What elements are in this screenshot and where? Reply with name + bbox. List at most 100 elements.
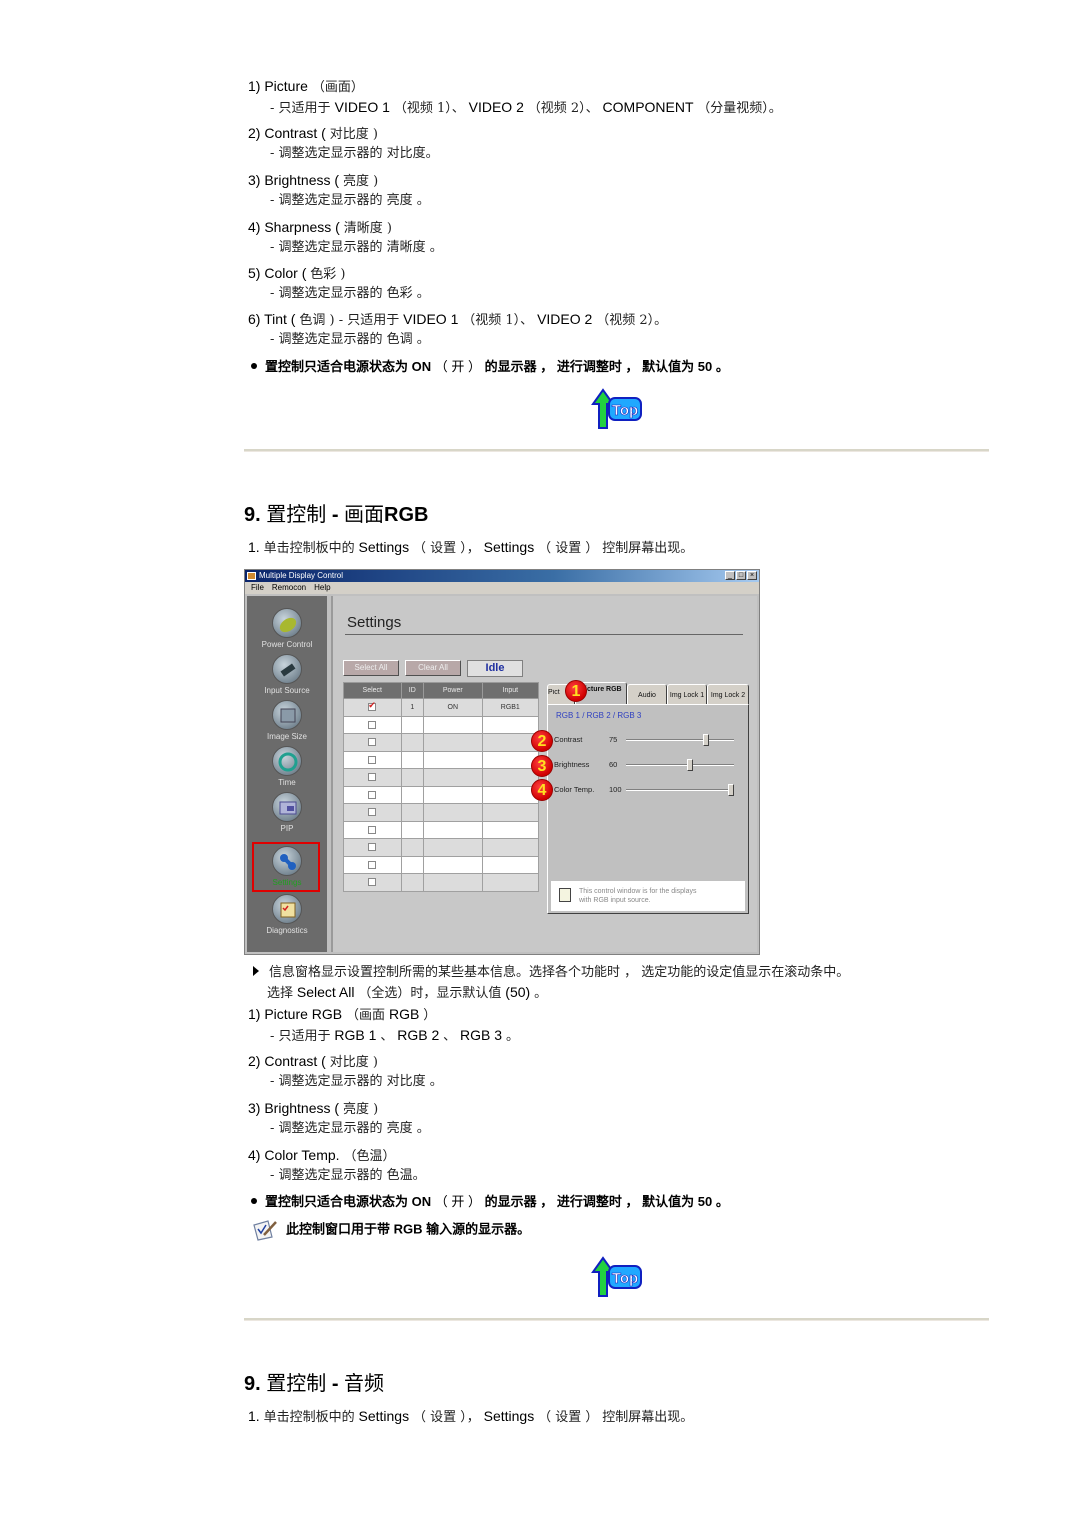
callout-4: 4 — [531, 779, 553, 801]
row-checkbox[interactable] — [368, 755, 377, 764]
section-heading-audio: 9. 置控制 - 音频 — [244, 1371, 385, 1395]
clear-all-button[interactable]: Clear All — [405, 660, 461, 676]
rgb-contrast-item-desc: - 调整选定显示器的 对比度 。 — [270, 1074, 443, 1089]
top-arrow-icon: Top — [591, 1256, 642, 1297]
power-cell — [423, 820, 483, 839]
row-checkbox[interactable] — [368, 843, 377, 852]
input-cell — [481, 855, 540, 874]
tab-img-lock-1[interactable]: Img Lock 1 — [667, 684, 707, 704]
column-header-power[interactable]: Power — [423, 682, 483, 699]
id-cell — [400, 715, 425, 734]
close-button[interactable]: × — [747, 571, 757, 580]
id-cell — [400, 785, 425, 804]
input-cell — [481, 820, 540, 839]
table-row[interactable] — [343, 715, 540, 734]
sidebar-item-pip[interactable]: PIP — [247, 792, 327, 833]
tab-img-lock-2[interactable]: Img Lock 2 — [707, 684, 749, 704]
contrast-slider-thumb[interactable] — [702, 734, 709, 746]
table-row[interactable] — [343, 820, 540, 839]
table-row[interactable] — [343, 838, 540, 857]
section-heading-picture-rgb: 9. 置控制 - 画面RGB — [244, 502, 429, 526]
selected-highlight — [252, 842, 320, 892]
column-header-id[interactable]: ID — [400, 682, 425, 699]
id-cell — [400, 820, 425, 839]
table-row[interactable] — [343, 768, 540, 787]
row-checkbox[interactable] — [368, 878, 377, 887]
contrast-slider[interactable] — [626, 734, 734, 746]
color-temp-slider[interactable] — [626, 784, 734, 796]
table-row[interactable] — [343, 803, 540, 822]
row-checkbox[interactable] — [368, 700, 377, 712]
row-checkbox[interactable] — [368, 860, 377, 869]
sidebar-item-input-source[interactable]: Input Source — [247, 654, 327, 695]
minimize-button[interactable]: _ — [725, 571, 735, 580]
column-header-select[interactable]: Select — [343, 682, 402, 699]
table-row[interactable]: 1ONRGB1 — [343, 698, 540, 717]
menu-remocon[interactable]: Remocon — [272, 582, 306, 594]
power-cell — [423, 855, 483, 874]
sidebar-item-image-size[interactable]: Image Size — [247, 700, 327, 741]
section-divider — [244, 1318, 989, 1321]
row-checkbox[interactable] — [368, 720, 377, 729]
select-all-description: 选择 Select All （全选）时，显示默认值 (50) 。 — [267, 984, 548, 1001]
row-checkbox[interactable] — [368, 738, 377, 747]
status-indicator: Idle — [467, 660, 523, 677]
row-checkbox[interactable] — [368, 808, 377, 817]
power-cell — [423, 873, 483, 892]
brightness-slider-thumb[interactable] — [687, 759, 694, 771]
info-pane-description: 信息窗格显示设置控制所需的某些基本信息。选择各个功能时 ， 选定功能的设定值显示… — [253, 964, 849, 982]
input-cell — [481, 768, 540, 787]
back-to-top-button[interactable]: Top — [591, 1256, 643, 1298]
sidebar-item-time[interactable]: Time — [247, 746, 327, 787]
power-cell — [423, 733, 483, 752]
id-cell — [400, 733, 425, 752]
color-temp-slider-thumb[interactable] — [728, 784, 734, 796]
menu-help[interactable]: Help — [314, 582, 330, 594]
step-1-instruction: 1. 单击控制板中的 Settings （ 设置 ）， Settings （ 设… — [248, 539, 694, 556]
brightness-slider[interactable] — [626, 759, 734, 771]
row-checkbox[interactable] — [368, 825, 377, 834]
callout-2: 2 — [531, 730, 553, 752]
picture-rgb-item-title: 1) Picture RGB （画面 RGB ） — [248, 1006, 437, 1023]
select-all-button[interactable]: Select All — [343, 660, 399, 676]
brightness-item-desc: - 调整选定显示器的 亮度 。 — [270, 193, 430, 208]
select-cell — [343, 715, 402, 734]
power-cell — [423, 768, 483, 787]
menu-file[interactable]: File — [251, 582, 264, 594]
callout-1: 1 — [565, 680, 587, 702]
table-row[interactable] — [343, 855, 540, 874]
sharpness-item-desc: - 调整选定显示器的 清晰度 。 — [270, 240, 443, 255]
tab-audio[interactable]: Audio — [627, 684, 667, 704]
rgb-brightness-item-desc: - 调整选定显示器的 亮度 。 — [270, 1121, 430, 1136]
power-cell — [423, 838, 483, 857]
sidebar-item-diagnostics[interactable]: Diagnostics — [247, 894, 327, 935]
id-cell — [400, 803, 425, 822]
app-icon — [247, 572, 256, 580]
select-cell — [343, 768, 402, 787]
input-cell: RGB1 — [481, 698, 540, 717]
select-cell — [343, 820, 402, 839]
table-row[interactable] — [343, 733, 540, 752]
color-item-desc: - 调整选定显示器的 色彩 。 — [270, 286, 430, 301]
table-row[interactable] — [343, 750, 540, 769]
picture-item-title: 1) Picture （画面） — [248, 78, 364, 95]
settings-title: Settings — [347, 614, 402, 631]
sidebar: Power Control Input Source Image Size Ti… — [247, 596, 327, 952]
sidebar-item-power-control[interactable]: Power Control — [247, 608, 327, 649]
id-cell — [400, 838, 425, 857]
column-header-input[interactable]: Input — [481, 682, 540, 699]
picture-item-desc: - 只适用于 VIDEO 1 （视频 1）、 VIDEO 2 （视频 2）、 C… — [270, 99, 782, 116]
row-checkbox[interactable] — [368, 773, 377, 782]
svg-text:Top: Top — [612, 402, 638, 419]
row-checkbox[interactable] — [368, 790, 377, 799]
back-to-top-button[interactable]: Top — [591, 388, 643, 430]
table-row[interactable] — [343, 873, 540, 892]
picture-rgb-panel: RGB 1 / RGB 2 / RGB 3 Contrast 75 Brightn… — [547, 704, 749, 914]
id-cell — [400, 750, 425, 769]
table-row[interactable] — [343, 785, 540, 804]
triangle-bullet-icon — [253, 966, 259, 976]
rgb-source-selector[interactable]: RGB 1 / RGB 2 / RGB 3 — [556, 711, 641, 720]
menu-bar: File Remocon Help — [245, 582, 759, 594]
maximize-button[interactable]: □ — [736, 571, 746, 580]
picture-rgb-item-desc: - 只适用于 RGB 1 、 RGB 2 、 RGB 3 。 — [270, 1027, 519, 1044]
